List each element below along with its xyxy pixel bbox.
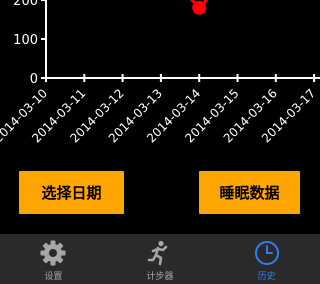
- tab-pedometer[interactable]: 计步器: [107, 234, 214, 284]
- tab-settings[interactable]: 设置: [0, 234, 107, 284]
- bottom-tab-bar: 设置 计步器 历史: [0, 234, 320, 284]
- y-tick-label: 100: [13, 33, 38, 48]
- y-tick-label: 200: [13, 0, 38, 9]
- history-line-chart: 01002003002014-03-102014-03-112014-03-12…: [0, 0, 320, 145]
- gear-icon: [40, 240, 66, 265]
- select-date-button[interactable]: 选择日期: [19, 171, 124, 214]
- data-point: [192, 0, 207, 15]
- tab-settings-label: 设置: [44, 272, 63, 282]
- tab-history-label: 历史: [257, 272, 276, 282]
- clock-icon: [254, 240, 279, 265]
- tab-history[interactable]: 历史: [213, 234, 320, 284]
- tab-pedometer-label: 计步器: [146, 272, 174, 282]
- running-man-icon: [147, 240, 168, 265]
- sleep-data-button[interactable]: 睡眠数据: [199, 171, 300, 214]
- y-tick-label: 0: [30, 72, 38, 87]
